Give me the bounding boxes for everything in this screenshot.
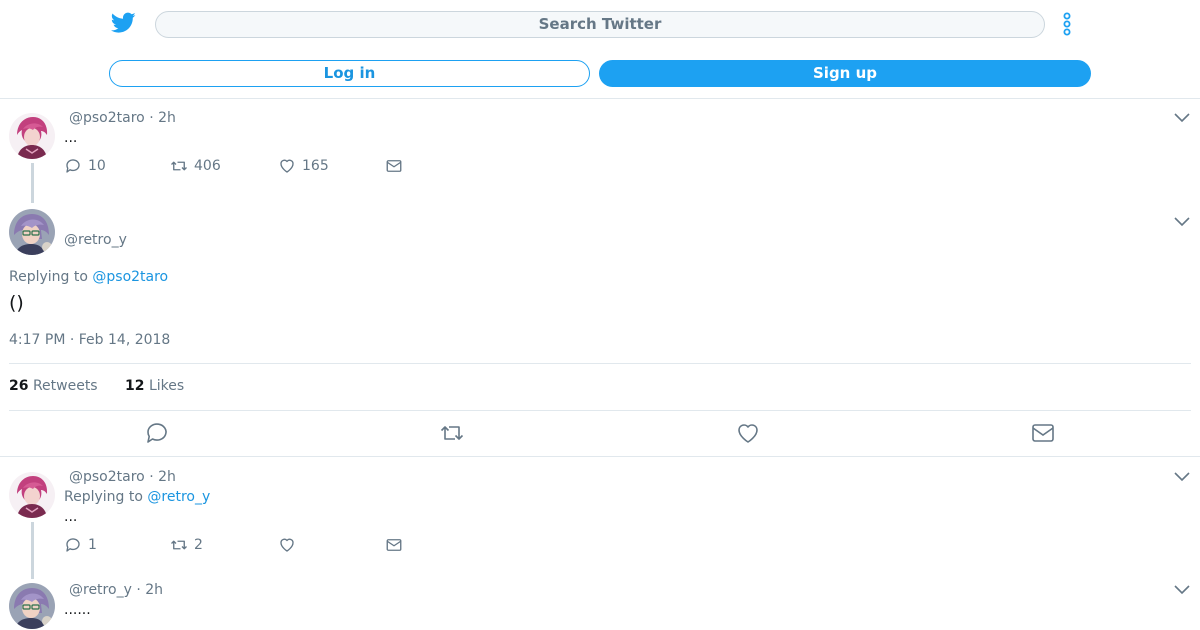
avatar-purple-hair-image <box>9 209 55 255</box>
retweet-button[interactable]: 2 <box>170 535 203 555</box>
envelope-icon <box>386 160 402 172</box>
retweet-icon[interactable] <box>440 421 464 445</box>
avatar[interactable] <box>9 209 55 255</box>
retweet-button[interactable]: 406 <box>170 156 221 176</box>
reply-button[interactable]: 10 <box>64 156 106 176</box>
avatar-pink-hair-image <box>9 113 55 159</box>
tweet-text: ... <box>64 130 78 146</box>
focused-tweet-text: () <box>9 292 24 314</box>
envelope-icon <box>386 539 402 551</box>
replying-to-link[interactable]: @pso2taro <box>92 269 168 285</box>
tweet-handle[interactable]: @pso2taro <box>69 469 145 485</box>
tweet-time[interactable]: · 2h <box>136 582 163 598</box>
heart-icon[interactable] <box>736 421 760 445</box>
retweets-stat[interactable]: 26 Retweets <box>9 378 98 394</box>
direct-message-button[interactable] <box>385 156 403 176</box>
heart-icon <box>280 538 294 552</box>
divider <box>9 363 1191 364</box>
like-button[interactable]: 165 <box>278 156 329 176</box>
reply-button[interactable]: 1 <box>64 535 97 555</box>
focused-timestamp[interactable]: 4:17 PM · Feb 14, 2018 <box>9 332 170 348</box>
chevron-down-icon[interactable] <box>1174 113 1190 123</box>
chevron-down-icon[interactable] <box>1174 472 1190 482</box>
focused-handle[interactable]: @retro_y <box>64 232 127 248</box>
avatar[interactable] <box>9 113 55 159</box>
avatar[interactable] <box>9 583 55 629</box>
tweet-handle[interactable]: @pso2taro <box>69 110 145 126</box>
avatar-purple-hair-image <box>9 583 55 629</box>
replying-to-link[interactable]: @retro_y <box>147 489 210 505</box>
tweet-time[interactable]: · 2h <box>149 110 176 126</box>
retweets-count: 26 <box>9 378 29 394</box>
heart-icon <box>280 159 294 173</box>
chevron-down-icon[interactable] <box>1174 217 1190 227</box>
login-button[interactable]: Log in <box>109 60 590 87</box>
avatar-pink-hair-image <box>9 472 55 518</box>
likes-stat[interactable]: 12 Likes <box>125 378 184 394</box>
reply-icon[interactable] <box>145 421 169 445</box>
retweet-icon <box>171 161 187 171</box>
replying-to: Replying to @pso2taro <box>9 269 169 285</box>
reply-count: 1 <box>88 537 97 553</box>
thread-line <box>31 522 34 579</box>
replying-to: Replying to @retro_y <box>64 489 211 505</box>
envelope-icon[interactable] <box>1031 421 1055 445</box>
likes-count: 12 <box>125 378 145 394</box>
direct-message-button[interactable] <box>385 535 403 555</box>
top-bar: Search Twitter Log in Sign up <box>0 0 1200 99</box>
retweet-count: 2 <box>194 537 203 553</box>
retweet-icon <box>171 540 187 550</box>
search-input[interactable]: Search Twitter <box>155 11 1045 38</box>
reply-icon <box>66 159 80 173</box>
like-button[interactable] <box>278 535 296 555</box>
divider <box>0 456 1200 457</box>
tweet-text: ...... <box>64 602 91 618</box>
likes-label: Likes <box>148 378 185 394</box>
chevron-down-icon[interactable] <box>1174 585 1190 595</box>
twitter-bird-icon[interactable] <box>111 12 136 34</box>
more-options-icon[interactable] <box>1060 12 1074 36</box>
tweet-handle[interactable]: @retro_y <box>69 582 132 598</box>
like-count: 165 <box>302 158 329 174</box>
signup-button[interactable]: Sign up <box>599 60 1091 87</box>
reply-icon <box>66 538 80 552</box>
avatar[interactable] <box>9 472 55 518</box>
retweets-label: Retweets <box>32 378 98 394</box>
reply-count: 10 <box>88 158 106 174</box>
divider <box>9 410 1191 411</box>
tweet-text: ... <box>64 509 78 525</box>
tweet-time[interactable]: · 2h <box>149 469 176 485</box>
thread-line <box>31 163 34 203</box>
retweet-count: 406 <box>194 158 221 174</box>
